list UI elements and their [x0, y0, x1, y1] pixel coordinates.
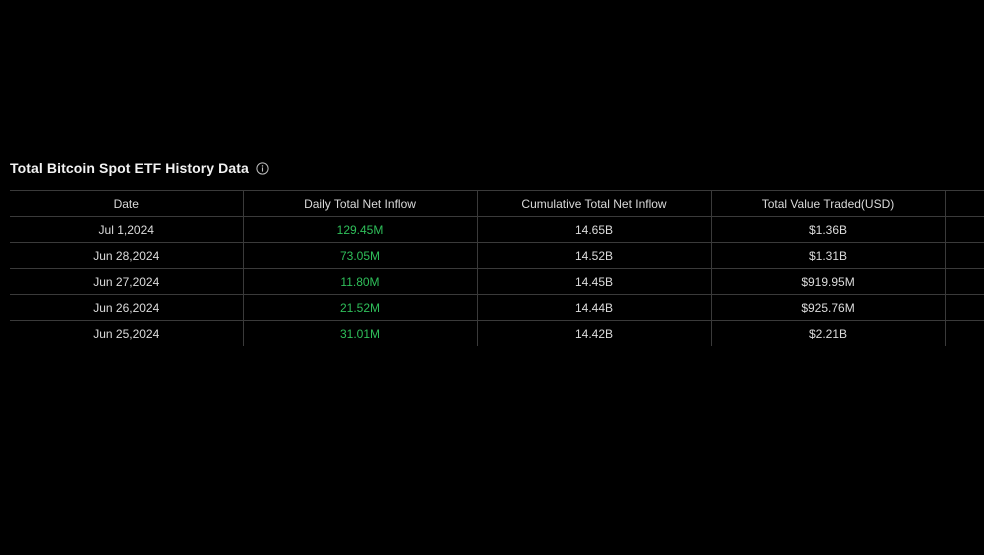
cell-total-value-traded: $1.36B [711, 216, 946, 243]
cell-cumulative-net-inflow: 14.65B [477, 216, 712, 243]
cell-daily-net-inflow: 31.01M [243, 320, 478, 346]
cell-daily-net-inflow: 21.52M [243, 294, 478, 321]
cell-date: Jun 28,2024 [10, 242, 244, 269]
cell-cumulative-net-inflow: 14.52B [477, 242, 712, 269]
column-header-cumulative-net-inflow[interactable]: Cumulative Total Net Inflow [477, 190, 712, 217]
section-header: Total Bitcoin Spot ETF History Data [10, 158, 984, 178]
column-header-extra [945, 190, 984, 217]
info-circle-icon[interactable] [256, 161, 269, 175]
cell-daily-net-inflow: 11.80M [243, 268, 478, 295]
table-header-row: Date Daily Total Net Inflow Cumulative T… [10, 190, 984, 217]
cell-date: Jun 25,2024 [10, 320, 244, 346]
table-row: Jun 28,2024 73.05M 14.52B $1.31B [10, 242, 984, 269]
table-row: Jun 27,2024 11.80M 14.45B $919.95M [10, 268, 984, 295]
cell-date: Jun 27,2024 [10, 268, 244, 295]
cell-daily-net-inflow: 73.05M [243, 242, 478, 269]
column-header-date[interactable]: Date [10, 190, 244, 217]
table-row: Jun 25,2024 31.01M 14.42B $2.21B [10, 320, 984, 346]
cell-extra [945, 294, 984, 321]
cell-date: Jul 1,2024 [10, 216, 244, 243]
column-header-total-value-traded[interactable]: Total Value Traded(USD) [711, 190, 946, 217]
cell-cumulative-net-inflow: 14.45B [477, 268, 712, 295]
section-title: Total Bitcoin Spot ETF History Data [10, 160, 249, 176]
cell-cumulative-net-inflow: 14.44B [477, 294, 712, 321]
cell-total-value-traded: $925.76M [711, 294, 946, 321]
table-row: Jun 26,2024 21.52M 14.44B $925.76M [10, 294, 984, 321]
etf-history-section: Total Bitcoin Spot ETF History Data Date… [10, 158, 984, 346]
cell-daily-net-inflow: 129.45M [243, 216, 478, 243]
etf-history-table: Date Daily Total Net Inflow Cumulative T… [10, 190, 984, 346]
table-row: Jul 1,2024 129.45M 14.65B $1.36B [10, 216, 984, 243]
cell-total-value-traded: $919.95M [711, 268, 946, 295]
cell-extra [945, 216, 984, 243]
cell-extra [945, 268, 984, 295]
cell-extra [945, 320, 984, 346]
cell-total-value-traded: $2.21B [711, 320, 946, 346]
cell-extra [945, 242, 984, 269]
cell-total-value-traded: $1.31B [711, 242, 946, 269]
cell-date: Jun 26,2024 [10, 294, 244, 321]
cell-cumulative-net-inflow: 14.42B [477, 320, 712, 346]
column-header-daily-net-inflow[interactable]: Daily Total Net Inflow [243, 190, 478, 217]
